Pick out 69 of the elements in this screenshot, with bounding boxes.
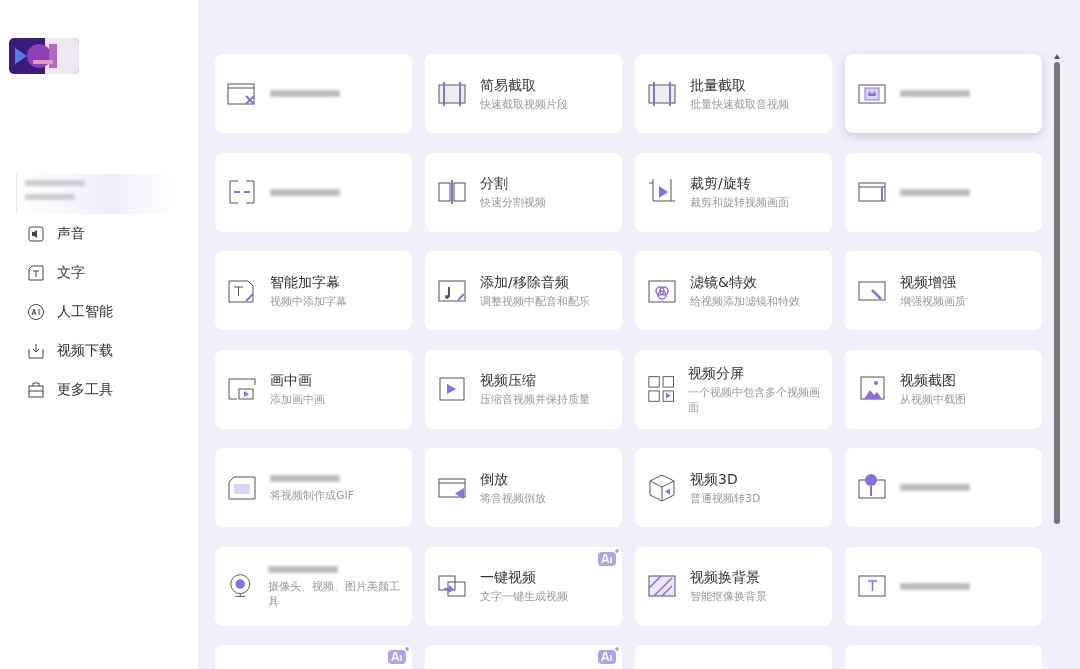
tool-title: 视频增强 bbox=[900, 272, 957, 291]
tool-description: 调整视频中配音和配乐 bbox=[480, 293, 590, 309]
download-icon bbox=[27, 341, 45, 360]
scroll-up-icon[interactable] bbox=[1054, 54, 1060, 59]
tool-card[interactable]: 分割 快速分割视频 bbox=[425, 152, 622, 232]
tool-card[interactable]: 滤镜&特效 给视频添加滤镜和特效 bbox=[635, 251, 832, 330]
scrollbar-thumb[interactable] bbox=[1054, 62, 1060, 524]
tool-card[interactable]: 视频换背景 智能抠像换背景 bbox=[635, 546, 832, 626]
tool-card[interactable] bbox=[845, 54, 1042, 133]
tool-card[interactable] bbox=[845, 152, 1042, 232]
text-icon bbox=[27, 263, 45, 282]
tool-title: 简易截取 bbox=[480, 75, 537, 94]
tool-title: 批量截取 bbox=[690, 75, 747, 94]
tool-title: 一键视频 bbox=[480, 568, 537, 586]
tool-description: 智能抠像换背景 bbox=[690, 589, 767, 604]
tool-card[interactable] bbox=[215, 152, 412, 232]
tool-card[interactable]: 视频压缩 压缩音视频并保持质量 bbox=[425, 349, 622, 429]
tool-title: 视频换背景 bbox=[690, 568, 761, 586]
ai-icon bbox=[27, 302, 45, 321]
tool-description: 将音视频倒放 bbox=[480, 490, 546, 506]
tool-card[interactable]: 画中画 添加画中画 bbox=[215, 349, 412, 429]
tool-description: 一个视频中包含多个视频画面 bbox=[688, 384, 822, 415]
tool-title: 添加/移除音频 bbox=[480, 272, 570, 291]
tool-card[interactable]: 视频增强 增强视频画质 bbox=[845, 251, 1042, 330]
tool-card[interactable]: 裁剪/旋转 裁剪和旋转视频画面 bbox=[635, 152, 832, 232]
tool-description: 从视频中截图 bbox=[900, 392, 966, 407]
sidebar-item[interactable]: 人工智能 bbox=[0, 292, 198, 331]
sidebar-item[interactable]: 声音 bbox=[0, 214, 198, 253]
tool-title: 智能加字幕 bbox=[270, 272, 341, 291]
tool-description: 文字一键生成视频 bbox=[480, 589, 568, 604]
tool-description: 增强视频画质 bbox=[900, 293, 966, 309]
tool-description: 裁剪和旋转视频画面 bbox=[690, 195, 789, 210]
tool-card[interactable]: 添加/移除音频 调整视频中配音和配乐 bbox=[425, 251, 622, 330]
sidebar-item[interactable]: 文字 bbox=[0, 253, 198, 292]
tool-card[interactable]: 简易截取 快速截取视频片段 bbox=[425, 54, 622, 133]
tool-card[interactable]: 一键视频 文字一键生成视频 bbox=[425, 546, 622, 626]
tool-card[interactable] bbox=[845, 448, 1042, 527]
speaker-icon bbox=[27, 224, 45, 243]
tool-description: 添加画中画 bbox=[270, 392, 325, 407]
tool-card[interactable]: 倒放 将音视频倒放 bbox=[425, 448, 622, 527]
tool-description: 摄像头、视频、图片美颜工具 bbox=[268, 579, 402, 609]
tool-description: 视频中添加字幕 bbox=[270, 293, 347, 309]
tool-title: 视频压缩 bbox=[480, 371, 537, 389]
tool-description: 给视频添加滤镜和特效 bbox=[690, 293, 800, 309]
tool-title: 裁剪/旋转 bbox=[690, 174, 752, 192]
tool-card[interactable]: 视频截图 从视频中截图 bbox=[845, 349, 1042, 429]
tool-card[interactable]: 批量截取 批量快速截取音视频 bbox=[635, 54, 832, 133]
tool-description: 快速截取视频片段 bbox=[480, 96, 568, 112]
sidebar-item[interactable]: 视频下载 bbox=[0, 331, 198, 370]
tool-card[interactable]: 视频3D 普通视频转3D bbox=[635, 448, 832, 527]
tool-card[interactable] bbox=[845, 546, 1042, 626]
tool-description: 压缩音视频并保持质量 bbox=[480, 392, 590, 407]
tool-title: 倒放 bbox=[480, 469, 509, 488]
tool-description: 快速分割视频 bbox=[480, 195, 546, 210]
tool-title: 分割 bbox=[480, 174, 509, 192]
tool-description: 将视频制作成GIF bbox=[270, 488, 355, 503]
tool-title: 视频截图 bbox=[900, 371, 957, 389]
tool-title: 滤镜&特效 bbox=[690, 272, 758, 291]
tool-description: 批量快速截取音视频 bbox=[690, 96, 789, 112]
tool-card[interactable] bbox=[215, 54, 412, 133]
toolbox-icon bbox=[27, 380, 45, 399]
sidebar-item[interactable]: 更多工具 bbox=[0, 370, 198, 409]
tool-description: 普通视频转3D bbox=[690, 490, 761, 506]
tool-title: 画中画 bbox=[270, 371, 313, 389]
tool-card[interactable]: 视频分屏 一个视频中包含多个视频画面 bbox=[635, 349, 832, 429]
tool-title: 视频分屏 bbox=[688, 363, 746, 382]
grid-icon bbox=[646, 373, 677, 405]
tool-card[interactable]: 智能加字幕 视频中添加字幕 bbox=[215, 251, 412, 330]
tool-title: 视频3D bbox=[690, 469, 739, 488]
